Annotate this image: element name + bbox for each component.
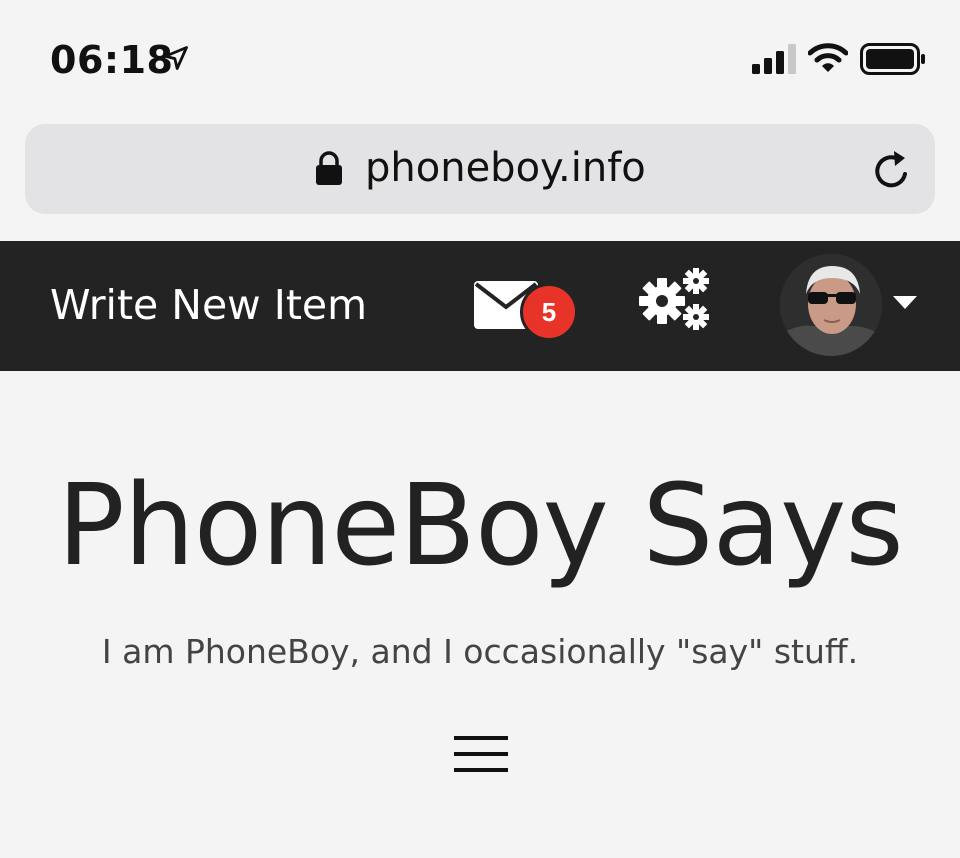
wifi-icon [808,43,848,72]
unread-count-badge: 5 [520,283,578,341]
gears-icon[interactable] [638,267,712,331]
user-avatar[interactable] [780,254,882,356]
reload-icon[interactable] [871,148,913,192]
lock-icon [316,151,342,185]
url-text[interactable]: phoneboy.info [365,145,646,191]
location-arrow-icon [164,46,188,70]
address-bar[interactable]: phoneboy.info [25,124,935,214]
status-time: 06:18 [50,38,174,82]
battery-icon [860,43,925,75]
caret-down-icon[interactable] [892,294,918,310]
status-bar: 06:18 [0,0,960,110]
menu-icon[interactable] [454,734,508,774]
write-new-item-link[interactable]: Write New Item [50,281,367,329]
cell-signal-icon [752,44,796,74]
site-title[interactable]: PhoneBoy Says [0,470,960,582]
top-nav: Write New Item 5 [0,241,960,371]
site-tagline: I am PhoneBoy, and I occasionally "say" … [101,632,859,671]
